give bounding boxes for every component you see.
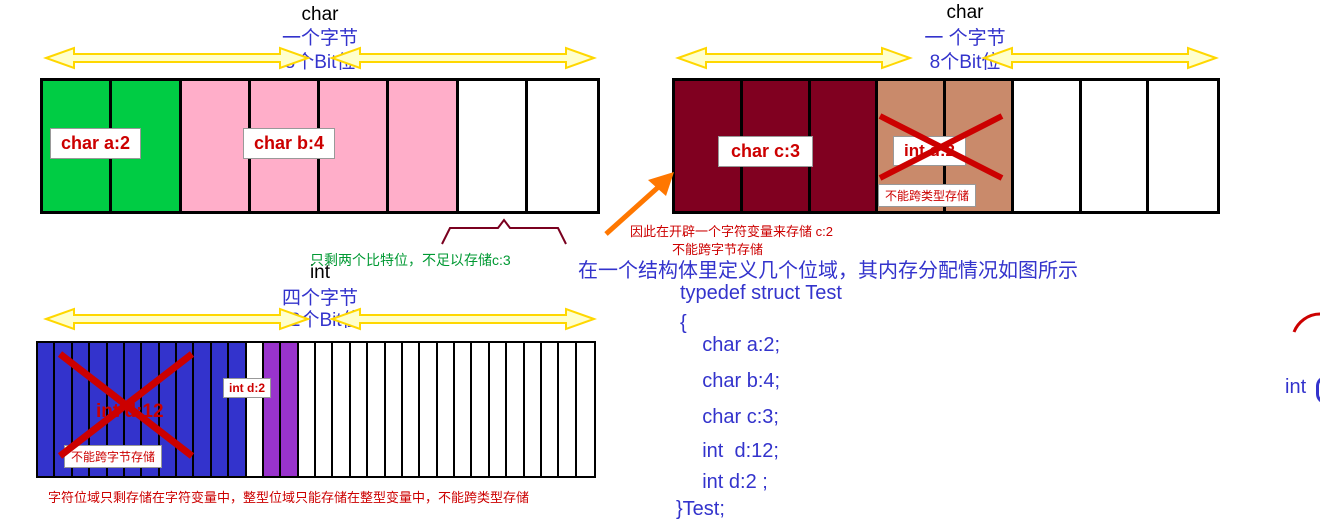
char1-title: char	[301, 4, 339, 25]
int1-bit-10	[211, 343, 230, 476]
green-note: 只剩两个比特位，不足以存储c:3	[310, 252, 511, 268]
int1-bit-25	[472, 343, 490, 476]
int1-bit-30	[559, 343, 577, 476]
char1-span-arrow	[43, 46, 597, 70]
code-heading: 在一个结构体里定义几个位域，其内存分配情况如图所示	[578, 260, 1078, 282]
int1-bit-28	[524, 343, 542, 476]
int1-bit-31	[576, 343, 594, 476]
char1-field-a-label: char a:2	[50, 128, 142, 159]
red-note-line1: 因此在开辟一个字符变量来存储 c:2	[630, 224, 833, 239]
int1-bit-11	[229, 343, 247, 476]
int1-bit-9	[194, 343, 212, 476]
int1-bit-22	[420, 343, 438, 476]
char1-field-b-label: char b:4	[243, 128, 336, 159]
code-line-4: char c:3;	[680, 406, 779, 428]
code-line-7: }Test;	[676, 498, 725, 520]
char2-field-c-label: char c:3	[718, 136, 814, 167]
int1-bottom-note: 字符位域只剩存储在字符变量中，整型位域只能存储在整型变量中，不能跨类型存储	[48, 490, 530, 505]
char2-field-d-cross-icon	[878, 113, 1004, 181]
code-line-0: typedef struct Test	[680, 282, 842, 304]
code-line-1: {	[680, 312, 687, 334]
code-line-5: int d:12;	[680, 440, 779, 462]
right-edge-partial-glyph	[1316, 376, 1320, 404]
int1-bit-16	[316, 343, 334, 476]
char1-bit-5	[389, 81, 459, 211]
char2-span-arrow	[675, 46, 1219, 70]
int1-bit-27	[507, 343, 525, 476]
int1-bit-18	[350, 343, 369, 476]
code-line-6: int d:2 ;	[680, 471, 768, 493]
right-edge-squiggle-icon	[1292, 312, 1320, 333]
int1-bit-14	[281, 343, 299, 476]
int1-bit-13	[263, 343, 282, 476]
char1-bit-6	[458, 81, 528, 211]
char2-bit-6	[1081, 81, 1150, 211]
char1-bit-2	[181, 81, 251, 211]
int1-bit-24	[455, 343, 473, 476]
char2-bit-7	[1149, 81, 1217, 211]
int1-bit-12	[246, 343, 264, 476]
int1-bit-15	[298, 343, 316, 476]
int1-bit-26	[489, 343, 508, 476]
int1-bit-17	[333, 343, 351, 476]
char1-bit-7	[527, 81, 597, 211]
int1-bit-21	[402, 343, 421, 476]
int1-bit-20	[385, 343, 403, 476]
char2-bit-5	[1013, 81, 1082, 211]
int1-field-d12-cross-icon	[57, 351, 195, 459]
char2-field-d-note: 不能跨类型存储	[878, 184, 977, 207]
int1-bit-0	[38, 343, 56, 476]
int1-bit-23	[437, 343, 455, 476]
char2-bit-2	[810, 81, 879, 211]
int1-span-arrow	[43, 307, 597, 331]
int1-bit-29	[541, 343, 560, 476]
code-line-2: char a:2;	[680, 334, 781, 356]
green-brace-icon	[441, 218, 567, 245]
char2-title: char	[946, 2, 984, 23]
int1-bit-19	[368, 343, 386, 476]
int1-field-d2-label: int d:2	[223, 378, 271, 398]
right-edge-fragment: int	[1285, 376, 1307, 398]
code-line-3: char b:4;	[680, 370, 781, 392]
